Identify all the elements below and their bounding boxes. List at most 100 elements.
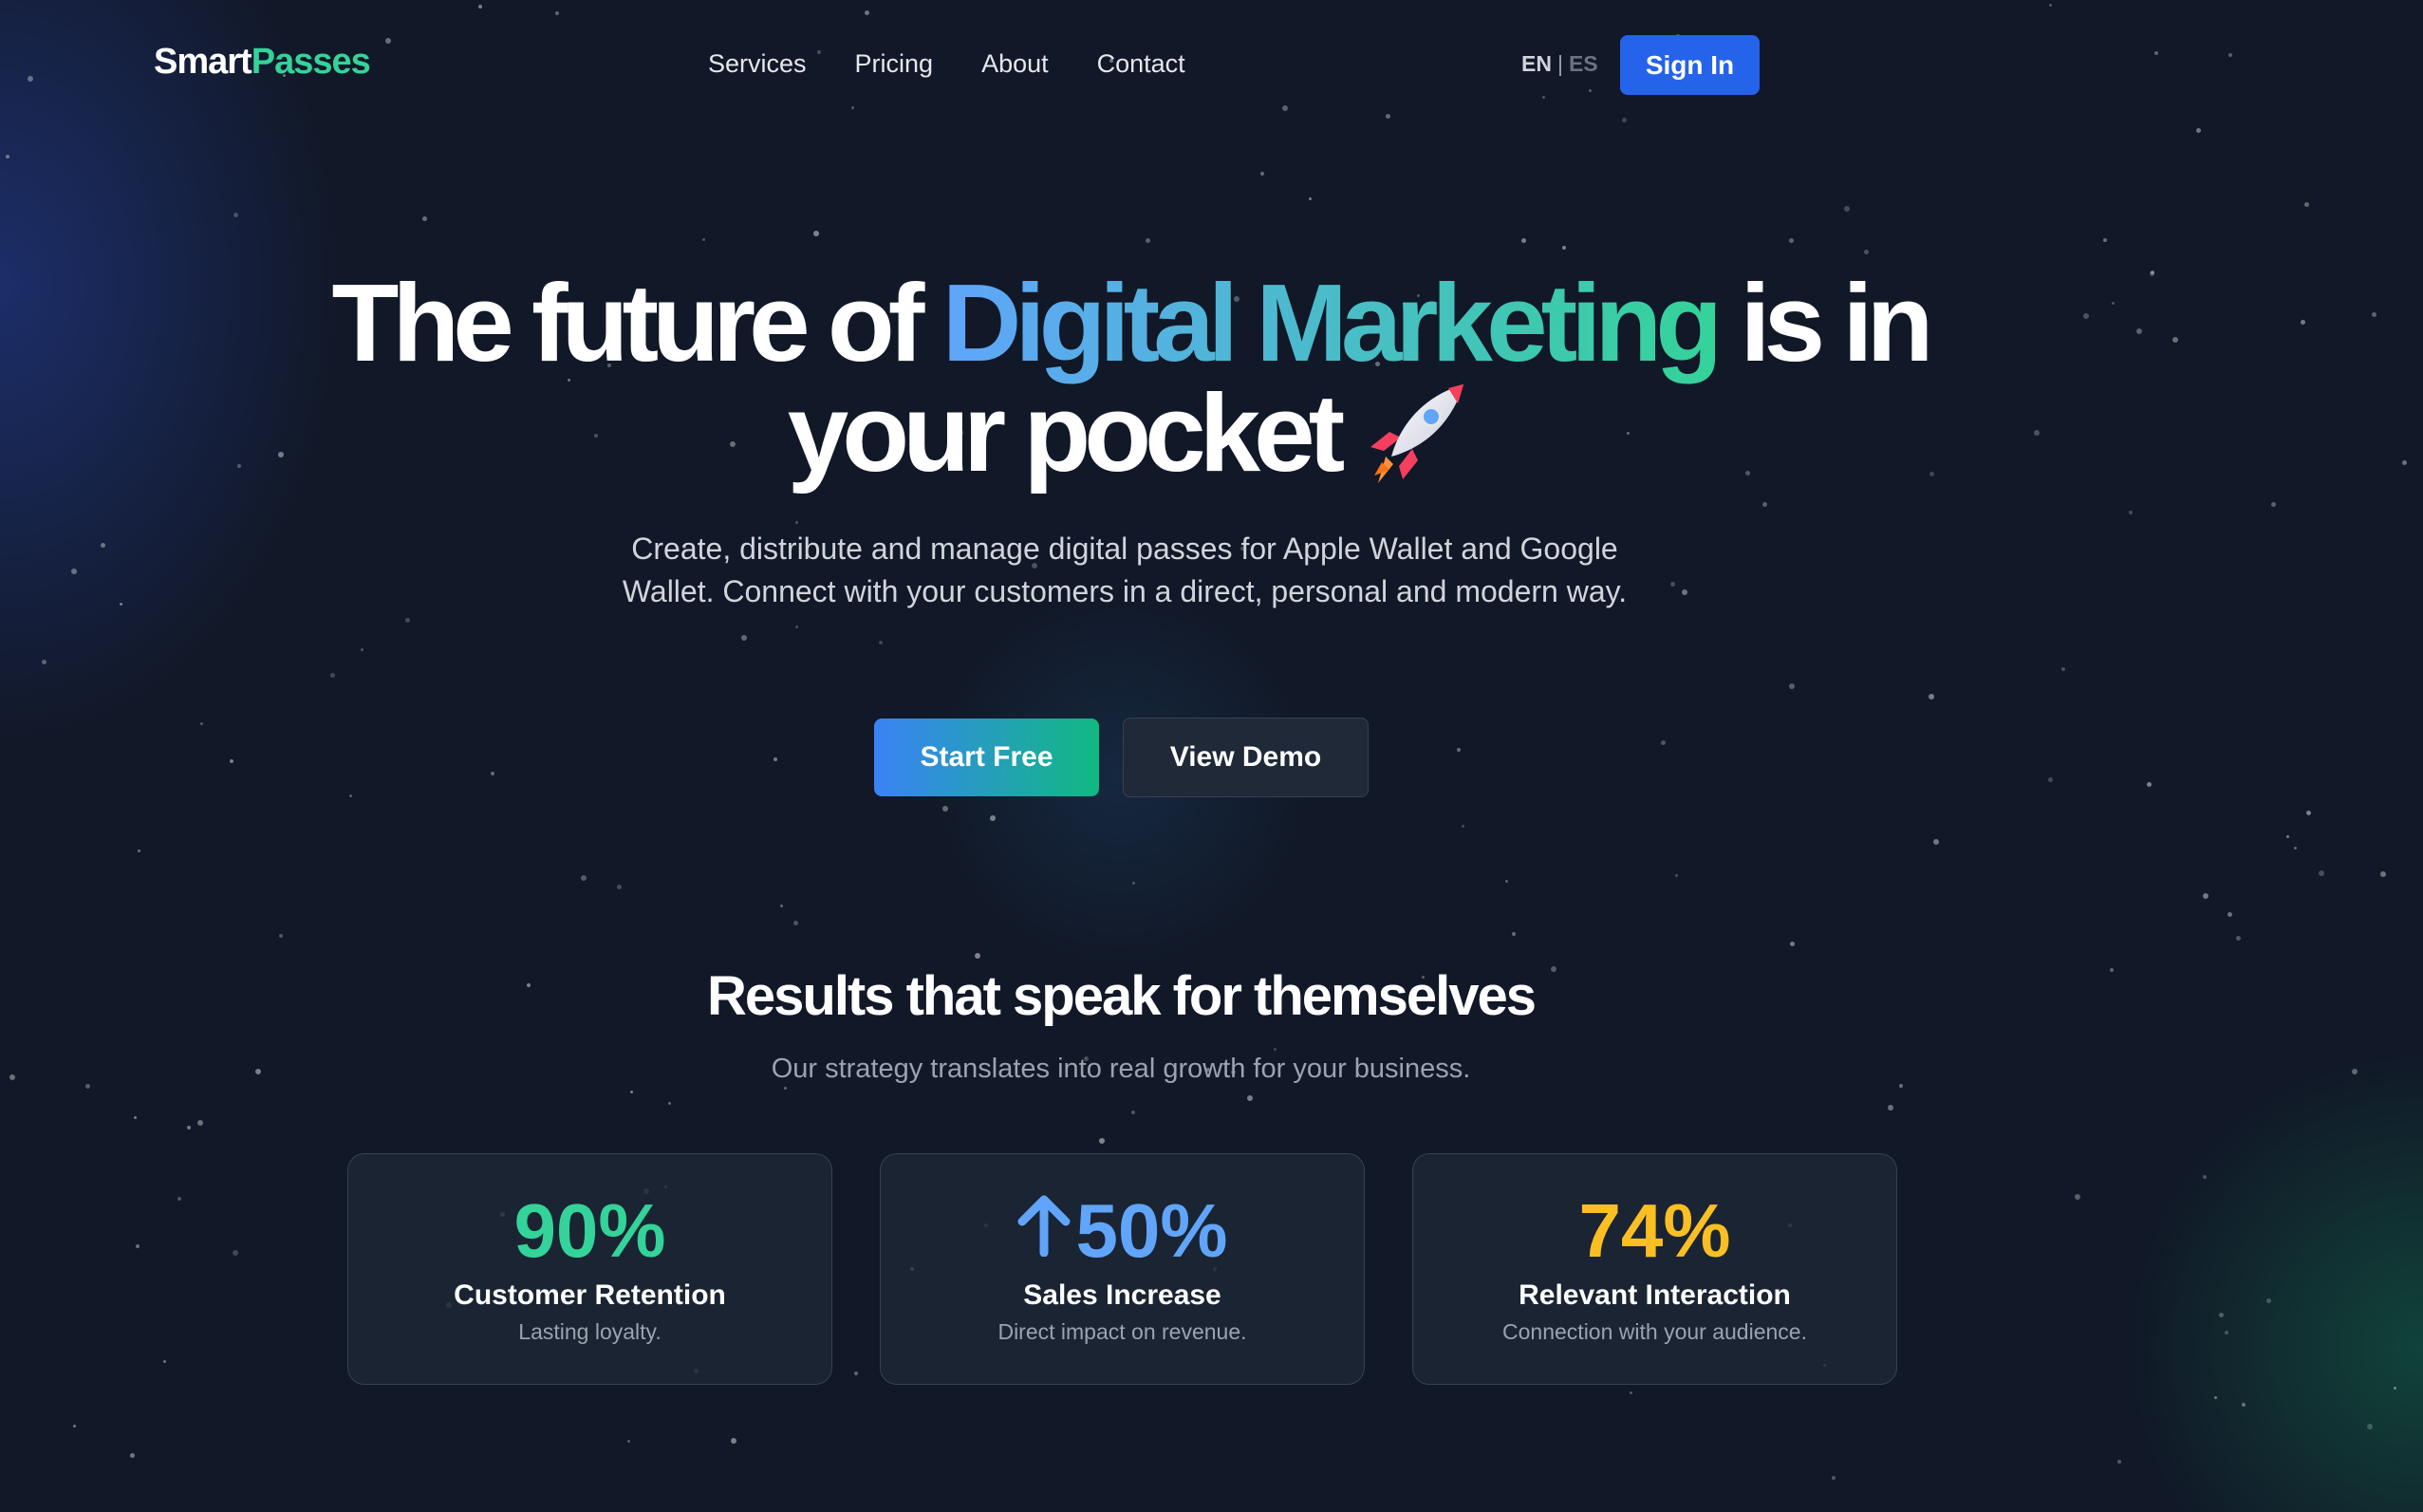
star-dot bbox=[2203, 1175, 2207, 1179]
nav-link-pricing[interactable]: Pricing bbox=[855, 49, 934, 79]
star-dot bbox=[2196, 128, 2201, 133]
star-dot bbox=[731, 1438, 736, 1444]
star-dot bbox=[668, 1102, 671, 1105]
stat-card-interaction: 74% Relevant Interaction Connection with… bbox=[1412, 1153, 1897, 1385]
star-dot bbox=[28, 76, 33, 82]
headline-line2: your pocket bbox=[787, 371, 1345, 495]
star-dot bbox=[1675, 874, 1678, 877]
star-dot bbox=[6, 155, 9, 159]
start-free-button[interactable]: Start Free bbox=[874, 719, 1099, 796]
star-dot bbox=[1933, 839, 1939, 845]
landing-page: SmartPasses Services Pricing About Conta… bbox=[0, 0, 2423, 1512]
star-dot bbox=[1247, 1095, 1253, 1101]
star-dot bbox=[2304, 202, 2309, 207]
star-dot bbox=[2147, 782, 2152, 787]
star-dot bbox=[1542, 96, 1545, 99]
star-dot bbox=[2319, 870, 2324, 876]
star-dot bbox=[2228, 53, 2232, 57]
view-demo-button[interactable]: View Demo bbox=[1123, 718, 1369, 797]
nav-link-services[interactable]: Services bbox=[708, 49, 807, 79]
star-dot bbox=[1789, 683, 1795, 689]
nav-link-about[interactable]: About bbox=[981, 49, 1049, 79]
stat-value: 50% bbox=[1075, 1188, 1228, 1273]
star-dot bbox=[627, 1440, 630, 1443]
star-dot bbox=[741, 635, 747, 641]
star-dot bbox=[2048, 777, 2053, 782]
sign-in-button[interactable]: Sign In bbox=[1620, 35, 1760, 95]
star-dot bbox=[1282, 105, 1288, 111]
star-dot bbox=[1630, 1391, 1632, 1394]
star-dot bbox=[2301, 320, 2305, 325]
nav-link-contact[interactable]: Contact bbox=[1097, 49, 1185, 79]
logo[interactable]: SmartPasses bbox=[154, 42, 371, 83]
lang-es-option[interactable]: ES bbox=[1569, 51, 1598, 76]
star-dot bbox=[177, 1197, 181, 1201]
arrow-up-icon bbox=[1016, 1188, 1072, 1274]
star-dot bbox=[2214, 1396, 2217, 1399]
logo-text-smart: Smart bbox=[154, 42, 252, 82]
lang-separator: | bbox=[1556, 51, 1563, 76]
star-dot bbox=[2266, 1298, 2271, 1303]
star-dot bbox=[187, 1126, 191, 1129]
star-dot bbox=[1832, 1476, 1836, 1480]
star-dot bbox=[555, 11, 559, 15]
star-dot bbox=[2049, 4, 2052, 7]
stat-label: Relevant Interaction bbox=[1519, 1279, 1791, 1311]
star-dot bbox=[1386, 114, 1390, 119]
star-dot bbox=[1661, 740, 1666, 745]
star-dot bbox=[2061, 667, 2065, 671]
star-dot bbox=[1512, 932, 1516, 936]
star-dot bbox=[136, 1244, 140, 1248]
star-dot bbox=[780, 905, 783, 907]
star-dot bbox=[2271, 502, 2276, 507]
star-dot bbox=[200, 722, 203, 725]
star-dot bbox=[2117, 1460, 2121, 1464]
rocket-icon bbox=[1357, 377, 1471, 507]
star-dot bbox=[2129, 511, 2133, 514]
stat-label: Customer Retention bbox=[454, 1279, 726, 1311]
stat-value: 74% bbox=[1578, 1188, 1731, 1273]
star-dot bbox=[2219, 1313, 2224, 1317]
star-dot bbox=[1562, 246, 1566, 250]
star-dot bbox=[1864, 250, 1869, 254]
star-dot bbox=[1099, 1138, 1105, 1144]
star-dot bbox=[2352, 1069, 2358, 1074]
star-dot bbox=[361, 648, 363, 651]
star-dot bbox=[2402, 460, 2407, 465]
star-dot bbox=[42, 660, 47, 664]
star-dot bbox=[349, 794, 352, 797]
star-dot bbox=[2227, 912, 2232, 917]
lang-en-option[interactable]: EN bbox=[1521, 51, 1552, 76]
star-dot bbox=[279, 934, 283, 938]
star-dot bbox=[630, 1091, 633, 1093]
results-subtitle: Our strategy translates into real growth… bbox=[771, 1054, 1471, 1084]
star-dot bbox=[73, 1425, 76, 1428]
star-dot bbox=[2367, 1424, 2373, 1429]
star-dot bbox=[1670, 582, 1675, 587]
star-dot bbox=[1131, 1111, 1135, 1114]
star-dot bbox=[795, 521, 798, 524]
star-dot bbox=[990, 815, 996, 821]
star-dot bbox=[1929, 694, 1934, 700]
star-dot bbox=[2286, 835, 2289, 838]
star-dot bbox=[1132, 882, 1135, 885]
star-dot bbox=[795, 625, 798, 628]
star-dot bbox=[2394, 1387, 2396, 1390]
star-dot bbox=[1888, 1105, 1893, 1111]
star-dot bbox=[405, 618, 410, 623]
star-dot bbox=[975, 953, 980, 959]
main-nav: Services Pricing About Contact bbox=[708, 49, 1234, 79]
star-dot bbox=[1622, 118, 1627, 122]
star-dot bbox=[422, 216, 427, 221]
star-dot bbox=[702, 238, 705, 241]
star-dot bbox=[1790, 942, 1795, 946]
star-dot bbox=[1457, 748, 1461, 752]
star-dot bbox=[138, 849, 140, 852]
star-dot bbox=[385, 38, 391, 44]
star-dot bbox=[330, 673, 335, 678]
star-dot bbox=[2372, 312, 2376, 317]
star-dot bbox=[1844, 206, 1850, 212]
star-dot bbox=[1309, 197, 1312, 200]
hero-subtitle: Create, distribute and manage digital pa… bbox=[622, 532, 1628, 608]
stat-card-retention: 90% Customer Retention Lasting loyalty. bbox=[347, 1153, 832, 1385]
